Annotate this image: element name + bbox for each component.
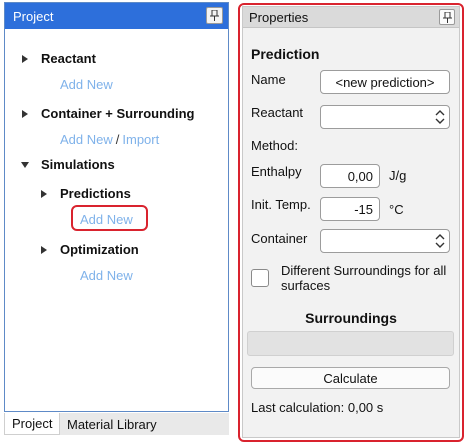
- tree-label-reactant: Reactant: [41, 51, 96, 66]
- tree-item-predictions[interactable]: Predictions: [41, 186, 131, 201]
- tree-label-container-surrounding: Container + Surrounding: [41, 106, 195, 121]
- expand-arrow-icon[interactable]: [41, 245, 47, 254]
- project-pin-button[interactable]: [206, 7, 223, 24]
- project-panel-title: Project: [13, 8, 54, 24]
- tab-project[interactable]: Project: [4, 413, 60, 435]
- container-add-new-link[interactable]: Add New: [60, 132, 113, 147]
- container-import-link[interactable]: Import: [122, 132, 159, 147]
- expand-arrow-icon[interactable]: [22, 54, 28, 63]
- expand-arrow-icon[interactable]: [41, 189, 47, 198]
- app-window: Project Reactant Add New Container + Sur…: [0, 0, 474, 448]
- tree-item-container-surrounding[interactable]: Container + Surrounding: [22, 106, 194, 121]
- expand-arrow-icon[interactable]: [22, 109, 28, 118]
- predictions-add-new-link[interactable]: Add New: [80, 212, 133, 227]
- reactant-add-new-link[interactable]: Add New: [60, 77, 113, 92]
- tree-label-predictions: Predictions: [60, 186, 131, 201]
- collapse-arrow-icon[interactable]: [21, 161, 29, 168]
- tree-item-reactant[interactable]: Reactant: [22, 51, 96, 66]
- pin-icon: [210, 10, 219, 21]
- project-panel: Project Reactant Add New Container + Sur…: [4, 2, 229, 412]
- highlight-outline: [238, 3, 464, 442]
- tree-label-optimization: Optimization: [60, 242, 139, 257]
- project-panel-header: Project: [5, 3, 228, 29]
- tree-item-optimization[interactable]: Optimization: [41, 242, 139, 257]
- tab-material-library[interactable]: Material Library: [60, 413, 170, 435]
- link-separator: /: [115, 132, 120, 147]
- tree-label-simulations: Simulations: [41, 157, 115, 172]
- optimization-add-new-link[interactable]: Add New: [80, 268, 133, 283]
- tree-item-simulations[interactable]: Simulations: [21, 157, 115, 172]
